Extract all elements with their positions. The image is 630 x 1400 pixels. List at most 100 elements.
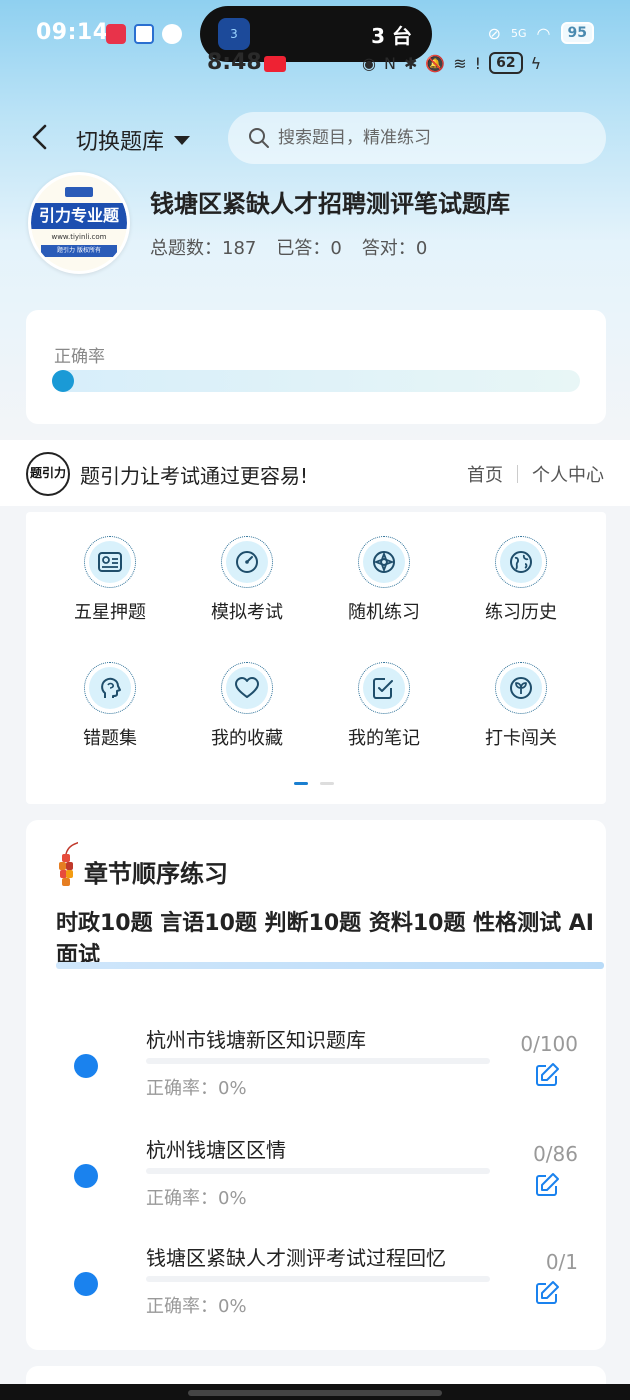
status-bar: 09:14 3 3 台 8:48 ◉ N ✱ 🔕 ≋ ! 62 ϟ ⊘ 5G ◠… <box>0 0 630 75</box>
id-card-icon <box>98 552 122 572</box>
personal-center-link[interactable]: 个人中心 <box>532 461 604 487</box>
overlay-battery: 62 <box>489 52 523 74</box>
chapter-bullet <box>74 1164 98 1188</box>
system-status-icons: ⊘ 5G ◠ 95 <box>488 22 594 44</box>
search-box[interactable] <box>228 112 606 164</box>
chapter-count: 0/100 <box>520 1032 578 1056</box>
nfc-icon: 3 <box>218 18 250 50</box>
chapter-title: 章节顺序练习 <box>84 860 228 888</box>
chapter-accuracy: 正确率：0% <box>146 1296 247 1317</box>
chapter-row[interactable]: 钱塘区紧缺人才测评考试过程回忆 正确率：0% 0/1 <box>26 1228 606 1328</box>
message-app-icon <box>162 24 182 44</box>
alert-icon: ! <box>474 53 482 73</box>
stat-total: 总题数：187 <box>150 238 257 259</box>
feature-label: 模拟考试 <box>211 602 283 623</box>
feature-mock-exam[interactable]: 模拟考试 <box>187 536 307 624</box>
bank-stats: 总题数：187 已答：0 答对：0 <box>150 234 427 260</box>
gauge-icon <box>236 551 258 573</box>
page-dot-active <box>294 782 308 785</box>
chapter-practice-card: 章节顺序练习 时政10题 言语10题 判断10题 资料10题 性格测试 AI面试… <box>26 820 606 1350</box>
nfc-small-icon: N <box>383 53 396 73</box>
chapter-name: 钱塘区紧缺人才测评考试过程回忆 <box>146 1246 446 1270</box>
bank-title: 钱塘区紧缺人才招聘测评笔试题库 <box>150 190 510 218</box>
feature-label: 练习历史 <box>485 602 557 623</box>
promo-bar: 题引力 题引力让考试通过更容易! 首页 个人中心 <box>0 440 630 506</box>
edit-icon[interactable] <box>534 1172 560 1198</box>
chapter-count: 0/86 <box>533 1142 578 1166</box>
feature-label: 打卡闯关 <box>485 728 557 749</box>
feature-check-in[interactable]: 打卡闯关 <box>461 662 581 750</box>
feature-label: 我的笔记 <box>348 728 420 749</box>
island-text: 3 台 <box>371 24 412 48</box>
promo-logo: 题引力 <box>26 452 70 496</box>
chapter-bullet <box>74 1272 98 1296</box>
bluetooth-icon: ✱ <box>403 53 418 73</box>
chapter-row[interactable]: 杭州钱塘区区情 正确率：0% 0/86 <box>26 1120 606 1220</box>
status-time: 09:14 <box>36 20 109 45</box>
sprout-icon <box>510 677 532 699</box>
edit-icon[interactable] <box>534 1062 560 1088</box>
head-icon <box>101 677 121 698</box>
mute-bell-icon: ⊘ <box>487 23 502 43</box>
hotspot-icon: ≋ <box>453 53 467 73</box>
feature-practice-history[interactable]: 练习历史 <box>461 536 581 624</box>
overlay-badge <box>264 56 286 72</box>
feature-label: 随机练习 <box>348 602 420 623</box>
chapter-row[interactable]: 杭州市钱塘新区知识题库 正确率：0% 0/100 <box>26 1010 606 1110</box>
app-notification-icon <box>106 24 126 44</box>
feature-five-star[interactable]: 五星押题 <box>50 536 170 624</box>
chapter-progress-track <box>146 1168 490 1174</box>
page-indicator <box>294 782 334 785</box>
feature-wrong-questions[interactable]: 错题集 <box>50 662 170 750</box>
wifi-signal-icon: ◠ <box>536 23 551 43</box>
promo-links: 首页 个人中心 <box>467 461 604 487</box>
back-arrow-icon[interactable] <box>28 122 52 152</box>
accuracy-label: 正确率 <box>54 347 105 367</box>
accuracy-card: 正确率 <box>26 310 606 424</box>
heart-icon <box>235 677 259 698</box>
tags-underline <box>56 962 604 969</box>
chapter-name: 杭州钱塘区区情 <box>146 1138 286 1162</box>
link-divider <box>517 465 518 483</box>
home-indicator[interactable] <box>188 1390 442 1396</box>
battery-indicator: 95 <box>560 22 594 44</box>
feature-label: 错题集 <box>83 728 137 749</box>
page-dot <box>320 782 334 785</box>
caret-down-icon <box>174 135 191 145</box>
logo-footer: 题引力 版权所有 <box>41 245 117 257</box>
compass-icon <box>373 551 395 573</box>
mute-icon: 🔕 <box>425 53 446 73</box>
feature-label: 我的收藏 <box>211 728 283 749</box>
bank-logo: 引力专业题 www.tiyinli.com 题引力 版权所有 <box>28 172 130 274</box>
feature-notes[interactable]: 我的笔记 <box>324 662 444 750</box>
home-link[interactable]: 首页 <box>467 461 503 487</box>
globe-icon <box>510 551 532 573</box>
edit-icon[interactable] <box>534 1280 560 1306</box>
accuracy-progress-indicator <box>52 370 74 392</box>
logo-url: www.tiyinli.com <box>51 233 107 241</box>
switch-bank-label: 切换题库 <box>76 130 165 155</box>
switch-bank-dropdown[interactable]: 切换题库 <box>76 124 191 156</box>
logo-text: 引力专业题 <box>31 203 127 229</box>
feature-random-practice[interactable]: 随机练习 <box>324 536 444 624</box>
overlay-time: 8:48 <box>207 50 262 75</box>
chapter-accuracy: 正确率：0% <box>146 1078 247 1099</box>
note-check-icon <box>373 678 393 699</box>
overlay-status-icons: ◉ N ✱ 🔕 ≋ ! 62 ϟ <box>362 52 541 74</box>
search-input[interactable] <box>278 128 578 148</box>
signal-icon: 5G <box>511 26 527 40</box>
charging-icon: ϟ <box>530 53 542 73</box>
chapter-count: 0/1 <box>545 1250 578 1274</box>
stat-correct: 答对：0 <box>361 238 428 259</box>
firecracker-icon <box>59 841 78 886</box>
feature-grid: 五星押题 模拟考试 随机练习 练习历史 错题集 我的收藏 我的笔记 打卡闯关 <box>26 512 606 804</box>
chapter-bullet <box>74 1054 98 1078</box>
chapter-accuracy: 正确率：0% <box>146 1188 247 1209</box>
search-icon <box>249 128 269 148</box>
shield-app-icon <box>134 24 154 44</box>
feature-label: 五星押题 <box>74 602 146 623</box>
feature-favorites[interactable]: 我的收藏 <box>187 662 307 750</box>
chapter-name: 杭州市钱塘新区知识题库 <box>146 1028 366 1052</box>
wifi-icon: ◉ <box>362 53 376 73</box>
chapter-progress-track <box>146 1058 490 1064</box>
